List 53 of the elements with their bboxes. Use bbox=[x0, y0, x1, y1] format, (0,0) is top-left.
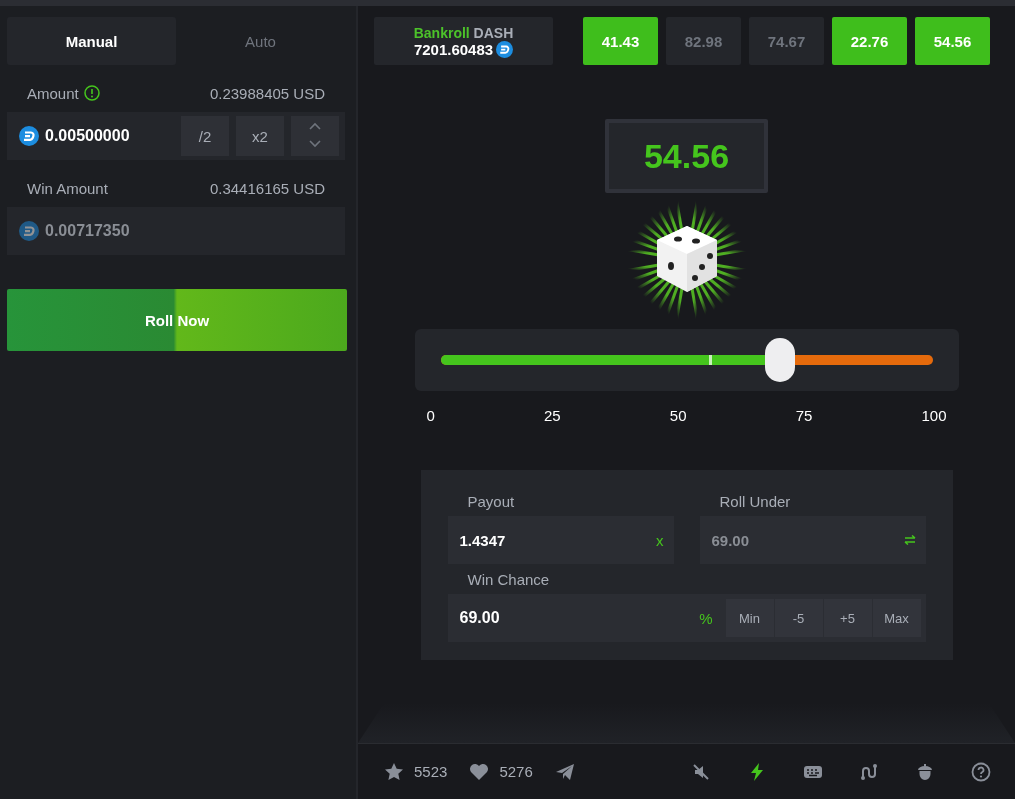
star-icon[interactable] bbox=[384, 761, 404, 782]
dash-coin-icon bbox=[19, 221, 39, 241]
percent-suffix: % bbox=[699, 609, 713, 627]
roll-result: 54.56 bbox=[605, 119, 768, 193]
multiplier-button[interactable]: x2 bbox=[236, 116, 284, 156]
win-amount-label: Win Amount bbox=[27, 179, 108, 197]
payout-field[interactable]: 1.4347 x bbox=[447, 516, 674, 564]
chance-button[interactable]: Max bbox=[872, 599, 921, 637]
roll-under-label: Roll Under bbox=[719, 492, 791, 510]
scale-label: 100 bbox=[921, 407, 947, 424]
curve-icon[interactable] bbox=[859, 761, 879, 782]
mode-tab[interactable]: Manual bbox=[7, 17, 176, 65]
chance-button[interactable]: -5 bbox=[774, 599, 823, 637]
recent-result: 54.56 bbox=[915, 17, 990, 65]
scale-label: 75 bbox=[795, 407, 813, 424]
scale-label: 25 bbox=[544, 407, 561, 424]
acorn-icon[interactable] bbox=[915, 761, 935, 782]
chevron-up-down-icon bbox=[309, 121, 321, 148]
bankroll-value: 7201.60483 bbox=[413, 40, 494, 58]
usd-amount: 0.23988405 USD bbox=[209, 84, 325, 102]
swap-icon[interactable] bbox=[903, 535, 916, 545]
win-chance-label: Win Chance bbox=[467, 570, 550, 588]
recent-result: 41.43 bbox=[583, 17, 658, 65]
usd-amount: 0.34416165 USD bbox=[209, 179, 325, 197]
win-amount-field: 0.00717350 bbox=[7, 207, 345, 255]
multiplier-button[interactable]: /2 bbox=[181, 116, 229, 156]
multiplier-suffix: x bbox=[656, 531, 664, 549]
likes-count: 5276 bbox=[499, 763, 533, 780]
recent-result: 22.76 bbox=[832, 17, 907, 65]
scale-label: 50 bbox=[669, 407, 687, 424]
dash-coin-icon bbox=[496, 40, 514, 58]
payout-label: Payout bbox=[467, 492, 515, 510]
favorites-count: 5523 bbox=[414, 763, 448, 780]
roll-button[interactable]: Roll Now bbox=[7, 289, 347, 351]
bankroll-label: Bankroll DASH bbox=[413, 24, 514, 41]
mode-tab[interactable]: Auto bbox=[176, 17, 345, 65]
recent-result: 82.98 bbox=[666, 17, 741, 65]
dash-coin-icon bbox=[19, 126, 39, 146]
recent-result: 74.67 bbox=[749, 17, 824, 65]
amount-label: Amount bbox=[27, 84, 79, 102]
roll-under-field[interactable]: 69.00 bbox=[699, 516, 926, 564]
send-icon[interactable] bbox=[554, 762, 575, 781]
slider-track[interactable] bbox=[440, 338, 933, 382]
chance-button[interactable]: +5 bbox=[823, 599, 872, 637]
help-icon[interactable] bbox=[971, 761, 991, 782]
info-icon bbox=[83, 85, 100, 101]
chance-button[interactable]: Min bbox=[725, 599, 774, 637]
amount-field[interactable]: 0.00500000 /2 x2 bbox=[7, 112, 345, 160]
win-chance-field[interactable]: 69.00 % Min -5 +5 Max bbox=[447, 594, 926, 642]
slider-thumb[interactable] bbox=[764, 338, 795, 382]
scale-label: 0 bbox=[426, 407, 435, 424]
sound-off-icon[interactable] bbox=[691, 761, 711, 782]
heart-icon[interactable] bbox=[469, 762, 490, 781]
